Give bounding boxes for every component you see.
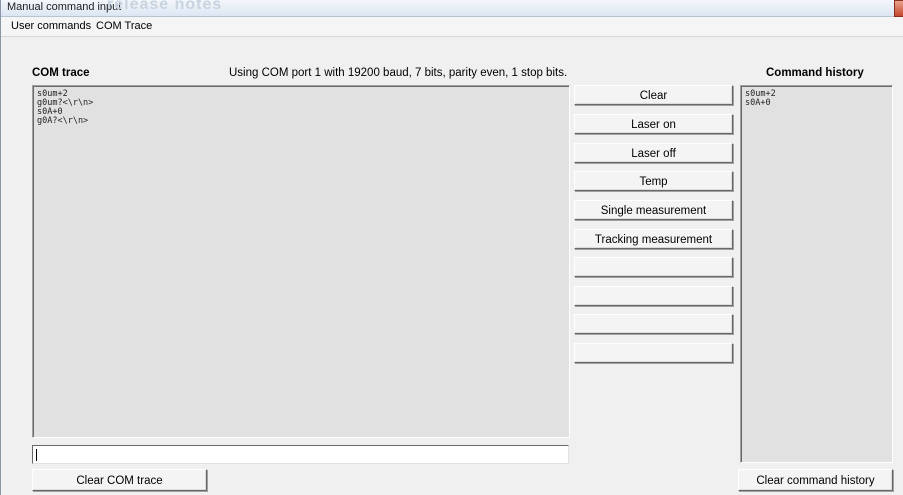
manual-command-window: Manual command input release notes User … [0, 0, 903, 495]
text-caret [36, 449, 37, 461]
com-trace-log[interactable]: s0um+2 g0um?<\r\n> s0A+0 g0A?<\r\n> [32, 85, 570, 438]
custom-command-button-4[interactable] [574, 343, 733, 363]
background-window-title: release notes [107, 0, 223, 13]
close-icon[interactable] [894, 0, 903, 17]
menu-bar: User commands COM Trace [1, 17, 903, 37]
log-line: s0A+0 [37, 107, 63, 117]
clear-command-history-button[interactable]: Clear command history [738, 469, 893, 491]
log-line: g0A?<\r\n> [37, 116, 89, 126]
history-item[interactable]: s0A+0 [745, 99, 892, 108]
log-line: s0um+2 [37, 89, 68, 99]
com-trace-heading: COM trace [32, 67, 90, 79]
laser-off-button[interactable]: Laser off [574, 143, 733, 163]
menu-user-commands[interactable]: User commands [11, 20, 91, 32]
log-line: g0um?<\r\n> [37, 98, 94, 108]
clear-com-trace-button[interactable]: Clear COM trace [32, 469, 207, 491]
window-title: Manual command input [7, 1, 122, 13]
custom-command-button-1[interactable] [574, 257, 733, 277]
command-history-heading: Command history [766, 67, 864, 79]
laser-on-button[interactable]: Laser on [574, 114, 733, 134]
title-bar[interactable]: Manual command input release notes [1, 0, 903, 17]
custom-command-button-2[interactable] [574, 286, 733, 306]
clear-button[interactable]: Clear [574, 85, 733, 105]
custom-command-button-3[interactable] [574, 314, 733, 334]
command-input[interactable] [32, 445, 569, 464]
temp-button[interactable]: Temp [574, 171, 733, 191]
command-history-list[interactable]: s0um+2 s0A+0 [740, 85, 893, 463]
menu-com-trace[interactable]: COM Trace [96, 20, 152, 32]
tracking-measurement-button[interactable]: Tracking measurement [574, 229, 733, 249]
com-port-info: Using COM port 1 with 19200 baud, 7 bits… [229, 67, 568, 79]
single-measurement-button[interactable]: Single measurement [574, 200, 733, 220]
